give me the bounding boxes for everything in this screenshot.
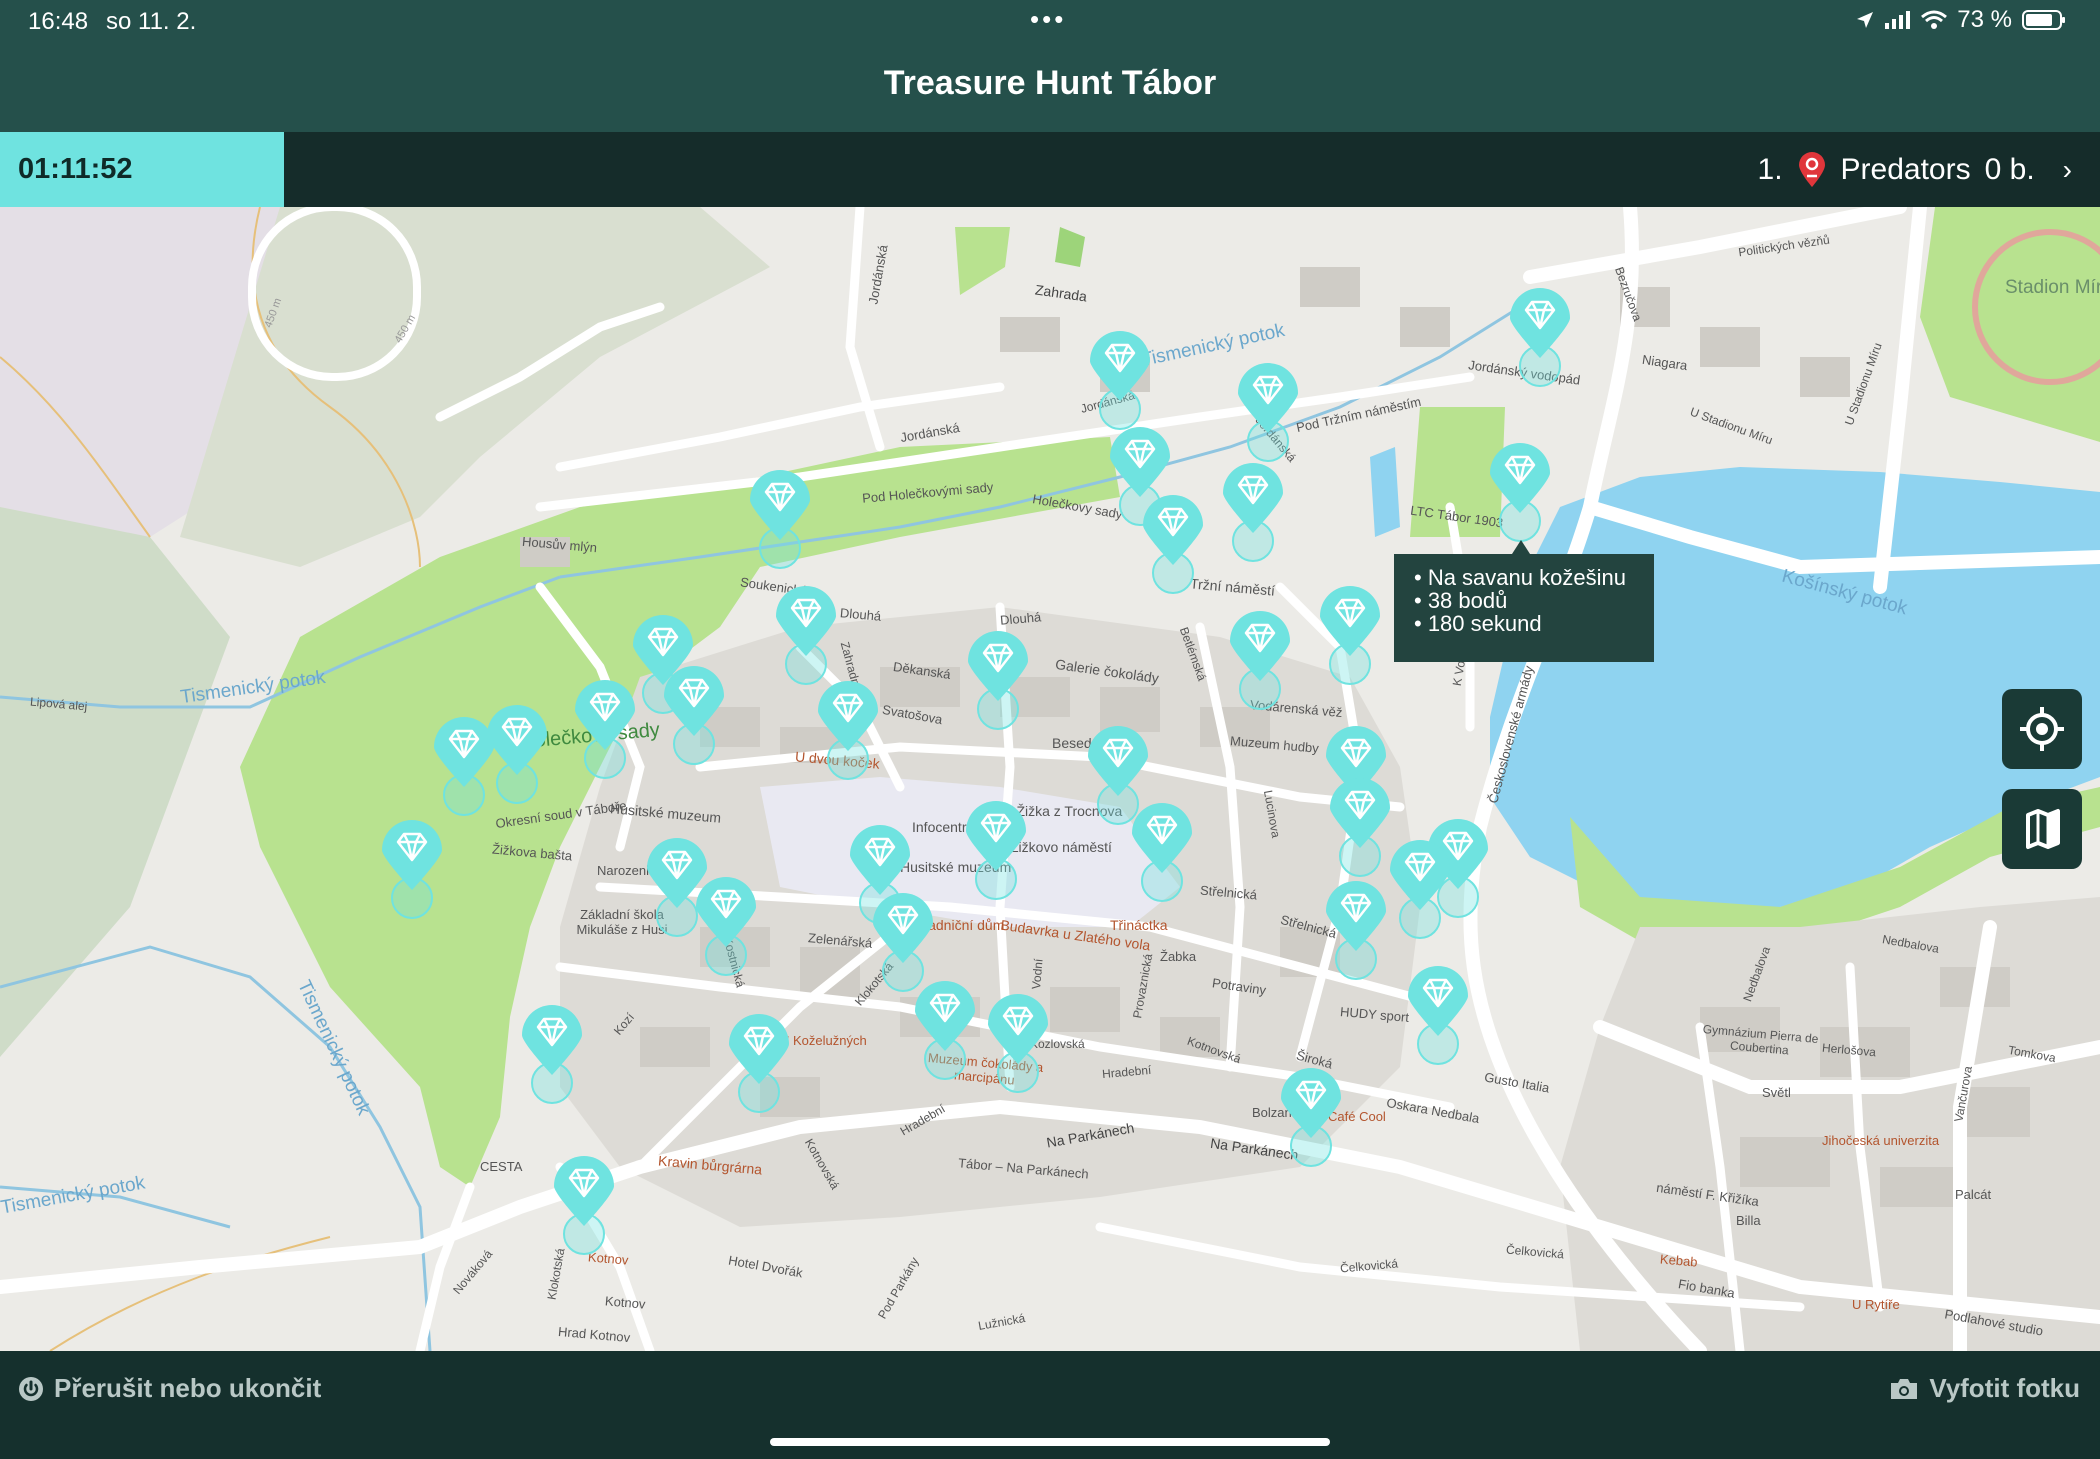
treasure-marker[interactable] — [554, 1156, 614, 1255]
score-bar: 01:11:52 1. Predators 0 b. › — [0, 132, 2100, 207]
battery-percent: 73 % — [1957, 6, 2012, 33]
pause-or-end-label: Přerušit nebo ukončit — [54, 1373, 322, 1403]
team-rank: 1. — [1757, 152, 1783, 186]
location-arrow-icon — [1857, 12, 1874, 28]
treasure-marker[interactable] — [575, 680, 635, 779]
treasure-marker[interactable] — [664, 666, 724, 765]
treasure-marker[interactable] — [647, 838, 707, 937]
treasure-marker[interactable] — [696, 877, 756, 976]
chevron-right-icon: › — [2062, 153, 2072, 185]
treasure-marker[interactable] — [1223, 463, 1283, 562]
wifi-icon — [1921, 10, 1948, 29]
status-right: 73 % — [1855, 6, 2066, 34]
status-time: 16:48 — [28, 8, 89, 35]
map-icon — [2026, 809, 2060, 849]
team-name: Predators — [1840, 152, 1971, 186]
treasure-marker[interactable] — [1230, 611, 1290, 710]
camera-icon — [1891, 1378, 1918, 1399]
treasure-marker[interactable] — [1281, 1068, 1341, 1167]
treasure-marker[interactable] — [1132, 803, 1192, 902]
treasure-map[interactable]: Jordánská Zahrada Tismenický potok Jordá… — [0, 207, 2100, 1351]
app-header: 16:48 so 11. 2. ••• 73 % Treasure Hunt T… — [0, 0, 2100, 132]
treasure-marker[interactable] — [750, 470, 810, 569]
treasure-markers — [382, 288, 1570, 1255]
battery-icon — [2022, 10, 2065, 30]
status-date: so 11. 2. — [106, 8, 197, 35]
map-layers-button[interactable] — [2002, 789, 2082, 869]
treasure-marker[interactable] — [1408, 966, 1468, 1065]
treasure-marker[interactable] — [382, 820, 442, 919]
tooltip-line: • Na savanu kožešinu — [1414, 565, 1626, 590]
treasure-marker[interactable] — [1320, 586, 1380, 685]
treasure-marker[interactable] — [729, 1014, 789, 1113]
signal-icon — [1885, 11, 1911, 29]
treasure-tooltip: • Na savanu kožešinu • 38 bodů • 180 sek… — [1394, 540, 1654, 662]
multitasking-dots-icon[interactable]: ••• — [1030, 4, 1066, 35]
home-indicator — [770, 1438, 1330, 1446]
take-photo-label: Vyfotit fotku — [1929, 1373, 2080, 1403]
tooltip-line: • 38 bodů — [1414, 588, 1508, 613]
pause-or-end-button[interactable]: Přerušit nebo ukončit — [18, 1373, 321, 1404]
team-score-button[interactable]: 1. Predators 0 b. › — [1758, 132, 2072, 207]
treasure-marker[interactable] — [966, 801, 1026, 900]
treasure-marker[interactable] — [1510, 288, 1570, 387]
treasure-marker[interactable] — [1143, 495, 1203, 594]
treasure-marker[interactable] — [1088, 726, 1148, 825]
treasure-marker[interactable] — [776, 586, 836, 685]
treasure-marker[interactable] — [1238, 363, 1298, 462]
team-pin-icon — [1798, 151, 1825, 187]
treasure-marker[interactable] — [1090, 331, 1150, 430]
treasure-marker[interactable] — [915, 981, 975, 1080]
locate-me-button[interactable] — [2002, 689, 2082, 769]
treasure-marker[interactable] — [522, 1005, 582, 1104]
treasure-marker[interactable] — [988, 994, 1048, 1093]
treasure-marker[interactable] — [487, 705, 547, 804]
treasure-marker[interactable] — [818, 681, 878, 780]
crosshair-icon — [2020, 707, 2064, 751]
power-icon — [19, 1376, 43, 1401]
treasure-marker[interactable] — [434, 717, 494, 816]
treasure-marker[interactable] — [1490, 443, 1550, 542]
page-title: Treasure Hunt Tábor — [883, 64, 1217, 102]
treasure-marker[interactable] — [1326, 881, 1386, 980]
bottom-toolbar: Přerušit nebo ukončit Vyfotit fotku — [0, 1351, 2100, 1459]
tooltip-line: • 180 sekund — [1414, 611, 1542, 636]
treasure-marker[interactable] — [1330, 778, 1390, 877]
team-points: 0 b. — [1984, 152, 2035, 186]
treasure-marker[interactable] — [873, 893, 933, 992]
treasure-marker[interactable] — [968, 631, 1028, 730]
take-photo-button[interactable]: Vyfotit fotku — [1889, 1373, 2080, 1404]
game-timer: 01:11:52 — [0, 132, 284, 207]
